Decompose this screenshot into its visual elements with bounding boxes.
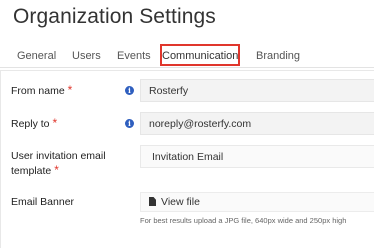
page-title: Organization Settings — [13, 5, 216, 28]
invitation-template-label-line2: template — [11, 165, 52, 177]
invitation-template-label-line1: User invitation email — [11, 150, 106, 162]
reply-to-input[interactable]: noreply@rosterfy.com — [140, 112, 374, 135]
tab-users[interactable]: Users — [72, 50, 101, 62]
from-name-input[interactable]: Rosterfy — [140, 79, 374, 102]
view-file-label: View file — [161, 196, 200, 208]
invitation-template-label: User invitation email template * — [11, 149, 106, 178]
tab-general[interactable]: General — [17, 50, 56, 62]
required-marker: * — [67, 83, 73, 97]
info-icon[interactable]: i — [125, 119, 134, 128]
required-marker: * — [52, 116, 58, 130]
file-icon — [149, 197, 156, 206]
active-tab-indicator — [160, 64, 240, 66]
email-banner-label: Email Banner — [11, 196, 75, 208]
required-marker: * — [54, 163, 59, 177]
view-file-button[interactable]: View file — [140, 192, 374, 212]
reply-to-label: Reply to * — [11, 116, 57, 131]
email-banner-hint: For best results upload a JPG file, 640p… — [140, 216, 347, 225]
info-icon[interactable]: i — [125, 86, 134, 95]
from-name-label-text: From name — [11, 85, 65, 97]
from-name-label: From name * — [11, 83, 72, 98]
settings-tabs: General Users Events Communication Brand… — [0, 43, 374, 68]
reply-to-label-text: Reply to — [11, 118, 50, 130]
tab-branding[interactable]: Branding — [256, 50, 300, 62]
tab-events[interactable]: Events — [117, 50, 151, 62]
tab-communication[interactable]: Communication — [160, 44, 240, 66]
invitation-template-select[interactable]: Invitation Email — [140, 145, 374, 168]
